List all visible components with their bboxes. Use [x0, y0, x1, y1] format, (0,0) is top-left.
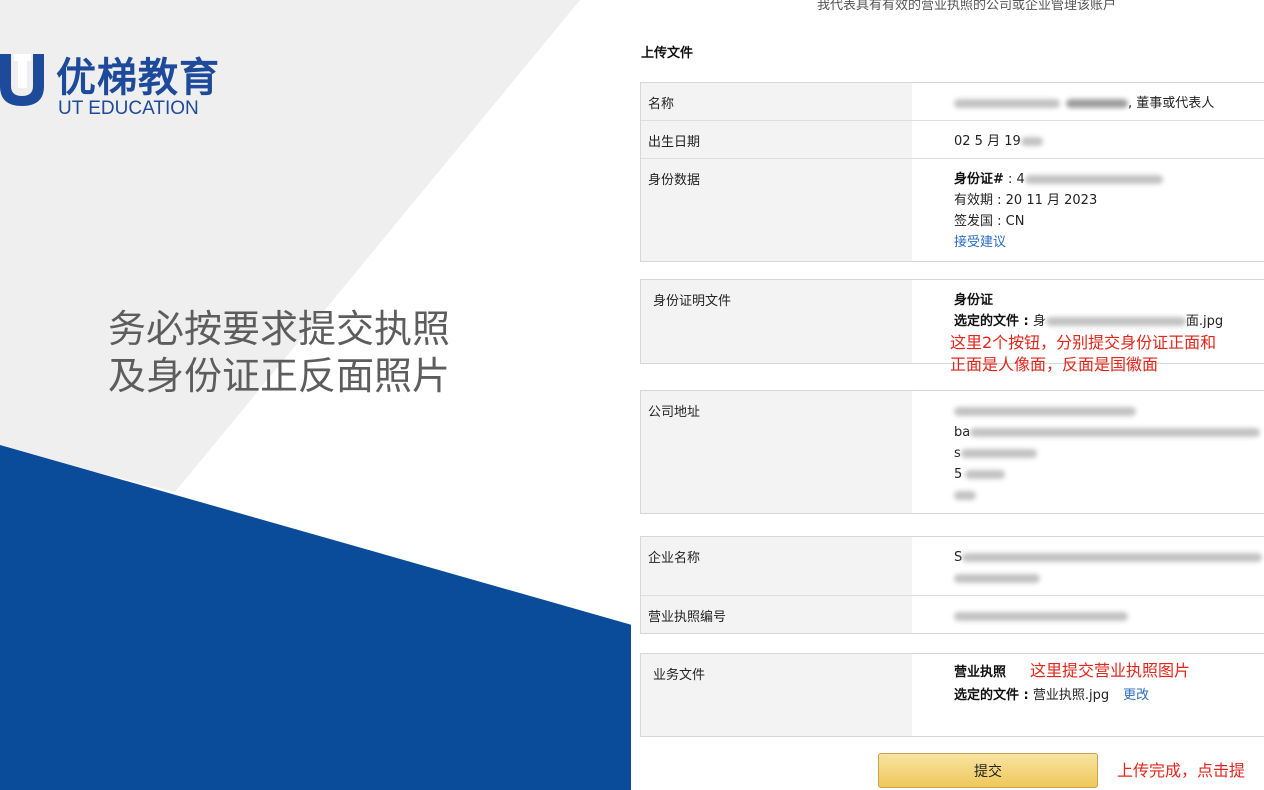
address-line-3-prefix: s	[954, 446, 961, 461]
submit-button[interactable]: 提交	[878, 753, 1098, 788]
logo-english-text: UT EDUCATION	[58, 98, 199, 119]
company-name-prefix: S	[954, 550, 963, 565]
identity-group: 名称 , 董事或代表人 出生日期 02 5 月 19 身份数据 身份证# : 4…	[640, 82, 1264, 262]
name-row: 名称 , 董事或代表人	[641, 83, 1264, 120]
redacted-file-name	[1045, 317, 1186, 326]
change-license-file-link[interactable]: 更改	[1123, 688, 1149, 703]
redacted-name-extra	[1066, 99, 1128, 108]
dob-visible-part: 02 5 月 19	[954, 134, 1021, 149]
company-group: 企业名称 S 营业执照编号	[640, 536, 1264, 634]
dob-label: 出生日期	[641, 121, 912, 158]
accept-suggestion-link[interactable]: 接受建议	[954, 235, 1006, 250]
redacted-address-line-2	[970, 428, 1261, 437]
id-data-label: 身份数据	[641, 159, 912, 261]
upload-form-screenshot: 我代表具有有效的营业执照的公司或企业管理该账户 上传文件 名称 , 董事或代表人…	[631, 0, 1264, 790]
id-document-row: 身份证明文件 身份证 选定的文件 : 身 面.jpg 这里2个按钮，分别提交身份证…	[641, 280, 1264, 374]
dob-row: 出生日期 02 5 月 19	[641, 120, 1264, 158]
id-number-label: 身份证#	[954, 172, 1004, 187]
id-document-value: 身份证 选定的文件 : 身 面.jpg 这里2个按钮，分别提交身份证正面和 正面是…	[912, 280, 1264, 374]
license-number-label: 营业执照编号	[641, 596, 912, 633]
license-selected-file-label: 选定的文件 :	[954, 688, 1029, 703]
business-document-label: 业务文件	[641, 654, 912, 736]
address-label: 公司地址	[641, 391, 912, 513]
redacted-address-line-3	[960, 449, 1037, 458]
id-document-label: 身份证明文件	[641, 280, 912, 363]
id-upload-annotation-line-2: 正面是人像面，反面是国徽面	[950, 355, 1159, 374]
business-document-row: 业务文件 营业执照 这里提交营业执照图片 选定的文件 : 营业执照.jpg 更改	[641, 654, 1264, 736]
ut-education-logo: 优梯教育 UT EDUCATION	[0, 44, 240, 124]
redacted-address-line-4	[965, 470, 1006, 479]
redacted-company-line-1	[962, 553, 1263, 562]
license-upload-annotation: 这里提交营业执照图片	[1030, 661, 1191, 680]
id-expiry: 有效期 : 20 11 月 2023	[954, 193, 1098, 208]
license-selected-file-name: 营业执照.jpg	[1028, 688, 1110, 703]
redacted-company-line-2	[954, 574, 1040, 583]
dob-value: 02 5 月 19	[912, 121, 1264, 158]
id-selected-file-start: 身	[1028, 314, 1046, 329]
redacted-name	[954, 99, 1060, 108]
address-line-4-prefix: 5	[954, 467, 963, 482]
redacted-license-number	[954, 612, 1128, 621]
id-issuer: 签发国 : CN	[954, 214, 1025, 229]
business-document-group: 业务文件 营业执照 这里提交营业执照图片 选定的文件 : 营业执照.jpg 更改	[640, 653, 1264, 737]
address-value: ba s 5	[912, 391, 1264, 513]
slide-instruction: 务必按要求提交执照 及身份证正反面照片	[108, 306, 450, 400]
name-value: , 董事或代表人	[912, 83, 1264, 120]
id-selected-file-label: 选定的文件 :	[954, 314, 1029, 329]
id-document-type: 身份证	[954, 293, 994, 308]
company-name-label: 企业名称	[641, 537, 912, 595]
slide-instruction-line-1: 务必按要求提交执照	[108, 307, 451, 351]
upload-files-heading: 上传文件	[641, 46, 694, 61]
redacted-id-number	[1024, 175, 1163, 184]
redacted-year	[1020, 137, 1043, 146]
slide-instruction-line-2: 及身份证正反面照片	[108, 354, 451, 398]
redacted-address-line-5	[954, 491, 976, 500]
id-data-value: 身份证# : 4 有效期 : 20 11 月 2023 签发国 : CN 接受建…	[912, 159, 1264, 261]
company-name-row: 企业名称 S	[641, 537, 1264, 595]
representative-note: 我代表具有有效的营业执照的公司或企业管理该账户	[817, 0, 1117, 13]
id-upload-annotation-line-1: 这里2个按钮，分别提交身份证正面和	[950, 333, 1217, 352]
address-row: 公司地址 ba s 5	[641, 391, 1264, 513]
ut-logo-mark-icon	[0, 54, 44, 106]
address-group: 公司地址 ba s 5	[640, 390, 1264, 514]
business-document-type: 营业执照	[954, 665, 1007, 680]
name-role-suffix: , 董事或代表人	[1128, 96, 1215, 111]
id-document-group: 身份证明文件 身份证 选定的文件 : 身 面.jpg 这里2个按钮，分别提交身份证…	[640, 279, 1264, 374]
id-selected-file-end: 面.jpg	[1185, 314, 1224, 329]
logo-chinese-text: 优梯教育	[56, 55, 220, 101]
company-name-value: S	[912, 537, 1264, 595]
id-data-row: 身份数据 身份证# : 4 有效期 : 20 11 月 2023 签发国 : C…	[641, 158, 1264, 261]
address-line-2-prefix: ba	[954, 425, 971, 440]
submit-annotation: 上传完成，点击提	[1117, 761, 1246, 780]
id-number-separator: : 4	[1003, 172, 1025, 187]
license-number-row: 营业执照编号	[641, 595, 1264, 633]
name-label: 名称	[641, 83, 912, 120]
license-number-value	[912, 596, 1264, 633]
business-document-value: 营业执照 这里提交营业执照图片 选定的文件 : 营业执照.jpg 更改	[912, 654, 1264, 736]
redacted-address-line-1	[954, 407, 1136, 416]
